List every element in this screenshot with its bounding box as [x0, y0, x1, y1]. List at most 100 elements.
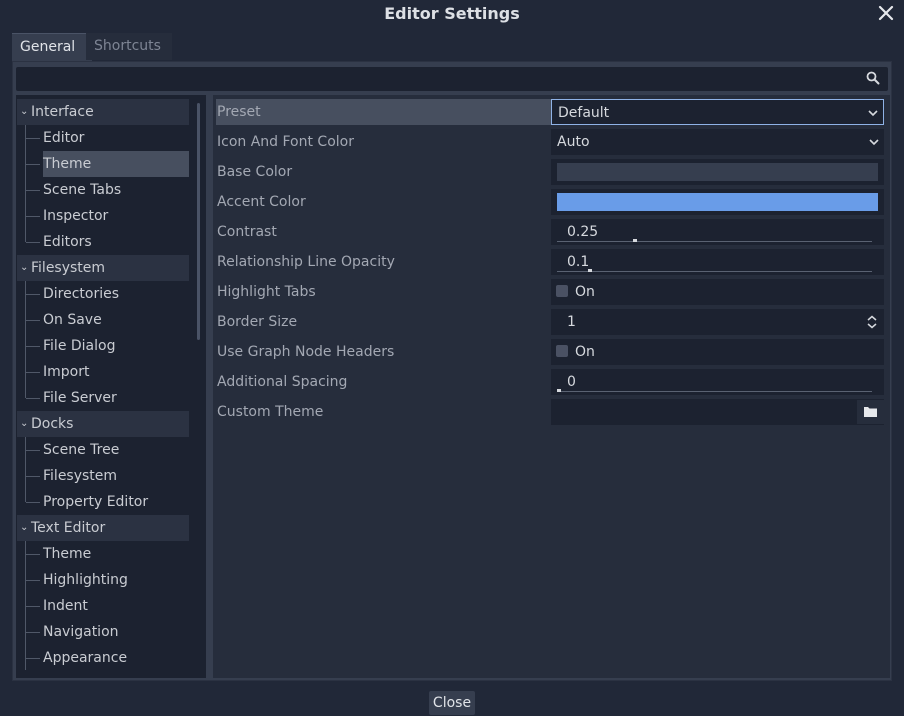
tree-section-interface[interactable]: ⌄ Interface [17, 99, 189, 125]
relationship-line-opacity-slider[interactable]: 0.1 [551, 249, 884, 275]
chevron-down-icon: ⌄ [20, 418, 29, 429]
slider-grabber[interactable] [557, 389, 561, 392]
tree-item-navigation[interactable]: Navigation [43, 619, 189, 645]
tree-connector [26, 502, 40, 503]
property-label: Custom Theme [217, 404, 324, 420]
border-size-value: 1 [567, 314, 576, 330]
chevron-down-icon [868, 136, 880, 148]
tree-item-label: Scene Tabs [43, 182, 122, 198]
property-accent-color: Accent Color [213, 189, 886, 215]
tree-item-theme[interactable]: Theme [43, 151, 189, 177]
base-color-picker[interactable] [551, 159, 884, 185]
property-label: Border Size [217, 314, 298, 330]
tree-connector [26, 476, 40, 477]
tree-connector [26, 216, 40, 217]
tree-connector [26, 450, 40, 451]
tree-section-docks[interactable]: ⌄ Docks [17, 411, 189, 437]
tree-item-label: File Dialog [43, 338, 116, 354]
graph-node-headers-checkbox[interactable]: On [551, 339, 884, 365]
additional-spacing-slider[interactable]: 0 [551, 369, 884, 395]
tree-item-editor[interactable]: Editor [43, 125, 189, 151]
tree-item-highlighting[interactable]: Highlighting [43, 567, 189, 593]
tree-connector [26, 138, 40, 139]
tree-section-label: Interface [31, 104, 94, 120]
tree-item-on-save[interactable]: On Save [43, 307, 189, 333]
contrast-slider[interactable]: 0.25 [551, 219, 884, 245]
tree-connector [25, 540, 26, 670]
tree-item-label: Theme [43, 156, 92, 172]
tree-item-label: Theme [43, 546, 92, 562]
tree-item-label: Scene Tree [43, 442, 120, 458]
slider-grabber[interactable] [588, 269, 592, 272]
tree-connector [26, 346, 40, 347]
property-custom-theme: Custom Theme [213, 399, 886, 425]
tree-connector [26, 554, 40, 555]
tree-connector [25, 280, 26, 398]
tree-item-inspector[interactable]: Inspector [43, 203, 189, 229]
title-bar: Editor Settings [0, 0, 904, 28]
icon-font-color-dropdown[interactable]: Auto [551, 129, 884, 155]
row-highlight [216, 99, 551, 125]
property-label: Contrast [217, 224, 277, 240]
preset-dropdown[interactable]: Default [551, 99, 884, 125]
tree-item-property-editor[interactable]: Property Editor [43, 489, 189, 515]
tree-item-filesystem[interactable]: Filesystem [43, 463, 189, 489]
tree-item-label: Editor [43, 130, 85, 146]
tree-connector [26, 294, 40, 295]
border-size-spinbox[interactable]: 1 [551, 309, 884, 335]
slider-track [557, 271, 872, 272]
tree-item-scene-tree[interactable]: Scene Tree [43, 437, 189, 463]
tree-item-import[interactable]: Import [43, 359, 189, 385]
tree-item-label: Filesystem [43, 468, 118, 484]
property-label: Preset [217, 104, 261, 120]
tab-general[interactable]: General [12, 33, 92, 61]
tree-connector [26, 606, 40, 607]
close-icon[interactable] [876, 3, 896, 23]
property-label: Relationship Line Opacity [217, 254, 395, 270]
tree-section-label: Text Editor [31, 520, 106, 536]
tree-connector [26, 372, 40, 373]
tree-item-directories[interactable]: Directories [43, 281, 189, 307]
property-contrast: Contrast 0.25 [213, 219, 886, 245]
checkbox-box[interactable] [556, 345, 568, 357]
chevron-down-icon [867, 107, 879, 119]
chevron-down-icon: ⌄ [20, 522, 29, 533]
tree-scrollbar[interactable] [197, 103, 200, 340]
tree-item-scene-tabs[interactable]: Scene Tabs [43, 177, 189, 203]
tree-connector [26, 632, 40, 633]
property-additional-spacing: Additional Spacing 0 [213, 369, 886, 395]
custom-theme-path-field[interactable] [551, 399, 884, 425]
tree-item-appearance[interactable]: Appearance [43, 645, 189, 671]
property-graph-node-headers: Use Graph Node Headers On [213, 339, 886, 365]
search-input[interactable] [16, 67, 888, 91]
tree-section-label: Filesystem [31, 260, 106, 276]
checkbox-box[interactable] [556, 285, 568, 297]
accent-color-swatch [557, 193, 878, 211]
tree-connector [26, 242, 40, 243]
property-base-color: Base Color [213, 159, 886, 185]
close-button[interactable]: Close [429, 691, 475, 715]
slider-track [557, 241, 872, 242]
accent-color-picker[interactable] [551, 189, 884, 215]
slider-grabber[interactable] [633, 239, 637, 242]
tree-item-label: Navigation [43, 624, 119, 640]
highlight-tabs-checkbox[interactable]: On [551, 279, 884, 305]
tree-item-label: Directories [43, 286, 120, 302]
tree-item-file-server[interactable]: File Server [43, 385, 189, 411]
tree-item-editors[interactable]: Editors [43, 229, 189, 255]
updown-arrows-icon[interactable] [866, 315, 878, 329]
tree-item-file-dialog[interactable]: File Dialog [43, 333, 189, 359]
property-label: Use Graph Node Headers [217, 344, 395, 360]
icon-font-color-value: Auto [557, 134, 590, 150]
chevron-down-icon: ⌄ [20, 106, 29, 117]
tree-connector [26, 398, 40, 399]
tree-section-text-editor[interactable]: ⌄ Text Editor [17, 515, 189, 541]
tree-item-label: Inspector [43, 208, 109, 224]
property-label: Additional Spacing [217, 374, 348, 390]
tree-section-filesystem[interactable]: ⌄ Filesystem [17, 255, 189, 281]
slider-track [557, 391, 872, 392]
tree-item-theme[interactable]: Theme [43, 541, 189, 567]
tree-item-indent[interactable]: Indent [43, 593, 189, 619]
tab-shortcuts[interactable]: Shortcuts [86, 33, 172, 60]
folder-icon[interactable] [857, 400, 884, 424]
